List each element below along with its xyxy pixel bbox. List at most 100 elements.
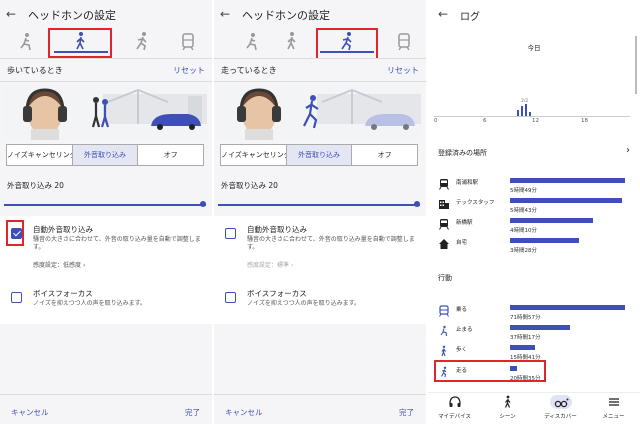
mode-ambient[interactable]: 外音取り込み (72, 145, 139, 165)
hour-tick: 18 (581, 118, 588, 124)
highlight-box (434, 360, 546, 382)
sitting-icon (20, 33, 31, 51)
panel-divider (212, 0, 214, 424)
chevron-right-icon[interactable]: › (626, 145, 630, 156)
slider-fill (4, 204, 206, 206)
train-icon (439, 179, 449, 190)
hour-tick: 12 (532, 118, 539, 124)
mode-noise-cancel[interactable]: ノイズキャンセリング (221, 145, 287, 165)
nav-label: マイデバイス (438, 414, 471, 420)
hour-tick: 0 (434, 118, 438, 124)
mode-off[interactable]: オフ (138, 145, 203, 165)
tab-running[interactable] (130, 30, 154, 54)
train-icon (439, 305, 449, 317)
sensitivity-setting[interactable]: 感度設定：低感度 › (33, 260, 85, 269)
done-button[interactable]: 完了 (185, 407, 200, 418)
auto-ambient-title: 自動外音取り込み (33, 225, 93, 234)
sitting-icon (440, 325, 448, 337)
page-title: ログ (460, 12, 480, 23)
ambient-slider[interactable] (4, 201, 206, 207)
page-title: ヘッドホンの設定 (28, 9, 116, 22)
building-icon (439, 200, 449, 209)
auto-ambient-option[interactable]: 自動外音取り込み 騒音の大きさに合わせて、外音の取り込み量を自動で調整します。 … (214, 216, 426, 280)
place-time: 3時間28分 (510, 248, 537, 254)
nav-label: メニュー (602, 414, 625, 420)
mode-off[interactable]: オフ (352, 145, 417, 165)
activity-time: 71時間57分 (510, 315, 541, 321)
discover-icon (549, 395, 572, 409)
tab-vehicle[interactable] (176, 30, 200, 54)
voice-focus-title: ボイスフォーカス (33, 289, 93, 298)
train-icon (398, 33, 410, 51)
slider-thumb[interactable] (414, 201, 420, 207)
place-name: テックスタッフ (456, 200, 495, 206)
walking-icon (504, 395, 510, 408)
chevron-right-icon: › (290, 262, 294, 269)
settings-panel-walking: ← ヘッドホンの設定 歩いているとき リセット ノイズキャンセリング 外音取り込… (0, 0, 212, 424)
voice-focus-option[interactable]: ボイスフォーカス ノイズを抑えつつ人の声を取り込みます。 (214, 280, 426, 324)
activity-row[interactable]: 止まる 37時間17分 (428, 323, 640, 345)
activity-heading: 行動 (438, 274, 452, 282)
place-row[interactable]: 自宅 3時間28分 (428, 236, 640, 258)
reset-link[interactable]: リセット (387, 65, 419, 76)
section-header: 走っているとき リセット (214, 58, 426, 82)
place-bar (510, 238, 579, 243)
highlight-box (316, 28, 378, 61)
auto-ambient-desc: 騒音の大きさに合わせて、外音の取り込み量を自動で調整します。 (247, 236, 415, 251)
tab-staying[interactable] (14, 30, 38, 54)
back-arrow-icon[interactable]: ← (6, 7, 16, 21)
nav-my-device[interactable]: マイデバイス (428, 395, 481, 420)
sensitivity-label: 感度設定：標準 (247, 262, 290, 269)
place-time: 4時間10分 (510, 228, 537, 234)
nav-label: ディスカバー (544, 414, 577, 420)
place-row[interactable]: 南浦和駅 5時間49分 (428, 176, 640, 198)
voice-focus-checkbox[interactable] (11, 292, 22, 303)
app-bar: ← ログ (428, 0, 640, 28)
nav-scene[interactable]: シーン (481, 395, 534, 420)
nav-label: シーン (499, 414, 516, 420)
cancel-button[interactable]: キャンセル (225, 407, 263, 418)
activity-bar (510, 345, 536, 350)
activity-row[interactable]: 乗る 71時間57分 (428, 303, 640, 325)
sensitivity-label: 感度設定：低感度 (33, 262, 82, 269)
voice-focus-option[interactable]: ボイスフォーカス ノイズを抑えつつ人の声を取り込みます。 (0, 280, 212, 324)
date-label: 今日 (527, 44, 541, 52)
slider-thumb[interactable] (200, 201, 206, 207)
done-button[interactable]: 完了 (399, 407, 414, 418)
auto-ambient-option[interactable]: 自動外音取り込み 騒音の大きさに合わせて、外音の取り込み量を自動で調整します。 … (0, 216, 212, 280)
sitting-icon (246, 33, 257, 51)
voice-focus-checkbox[interactable] (225, 292, 236, 303)
place-row[interactable]: 新橋駅 4時間10分 (428, 216, 640, 238)
places-heading: 登録済みの場所 (438, 149, 487, 157)
activity-bar (510, 305, 625, 310)
place-row[interactable]: テックスタッフ 5時間43分 (428, 196, 640, 218)
nav-discover[interactable]: ディスカバー (534, 395, 587, 420)
tab-walking[interactable] (280, 30, 304, 54)
bottom-navigation: マイデバイス シーン ディスカバー メニュー (428, 392, 640, 424)
mode-noise-cancel[interactable]: ノイズキャンセリング (7, 145, 73, 165)
menu-icon (608, 398, 619, 406)
app-bar: ← ヘッドホンの設定 (0, 0, 212, 30)
settings-panel-running: ← ヘッドホンの設定 走っているとき リセット ノイズキャンセリング 外音取り込… (214, 0, 426, 424)
place-time: 5時間43分 (510, 208, 537, 214)
page-title: ヘッドホンの設定 (242, 9, 330, 22)
app-bar: ← ヘッドホンの設定 (214, 0, 426, 30)
walking-icon (441, 345, 446, 357)
chevron-right-icon: › (82, 262, 86, 269)
back-arrow-icon[interactable]: ← (438, 7, 448, 21)
nav-menu[interactable]: メニュー (587, 395, 640, 420)
tab-staying[interactable] (240, 30, 264, 54)
section-header: 歩いているとき リセット (0, 58, 212, 82)
bottom-bar: キャンセル 完了 (0, 394, 212, 424)
mode-ambient[interactable]: 外音取り込み (286, 145, 353, 165)
cancel-button[interactable]: キャンセル (11, 407, 49, 418)
reset-link[interactable]: リセット (173, 65, 205, 76)
auto-ambient-checkbox[interactable] (225, 228, 236, 239)
ambient-slider[interactable] (218, 201, 420, 207)
histogram-bar (525, 104, 527, 116)
tab-vehicle[interactable] (392, 30, 416, 54)
running-illustration (217, 84, 421, 140)
back-arrow-icon[interactable]: ← (220, 7, 230, 21)
voice-focus-title: ボイスフォーカス (247, 289, 307, 298)
place-name: 自宅 (456, 240, 468, 246)
